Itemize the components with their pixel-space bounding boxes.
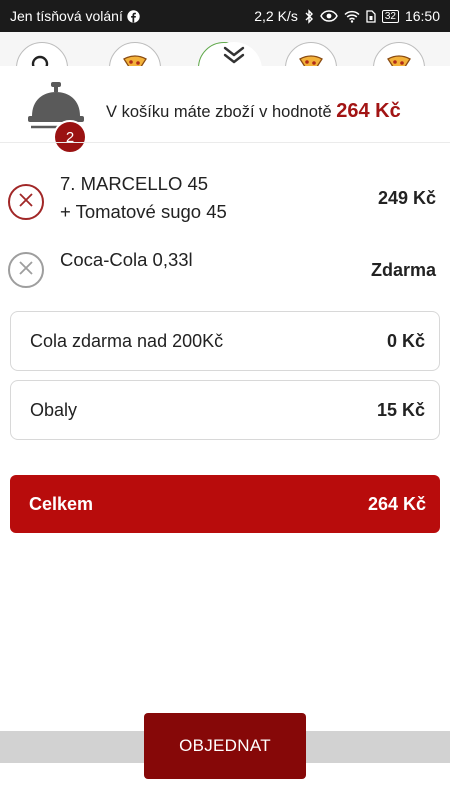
discount-value: 0 Kč: [386, 330, 425, 351]
sim-icon: [366, 9, 376, 23]
item-price: 249 Kč: [377, 188, 436, 208]
item-name: 7. MARCELLO 45 + Tomatové sugo 45: [60, 170, 227, 226]
carrier-text: Jen tísňová volání: [10, 8, 123, 24]
battery-indicator: 32: [381, 9, 399, 23]
discount-row: Cola zdarma nad 200Kč 0 Kč: [10, 311, 440, 371]
item-price: Zdarma: [370, 260, 436, 280]
cart-summary: V košíku máte zboží v hodnotě 264 Kč: [106, 100, 401, 123]
wifi-icon: [344, 10, 360, 23]
total-value: 264 Kč: [367, 493, 426, 514]
network-speed: 2,2 K/s: [254, 8, 298, 24]
item-name: Coca-Cola 0,33l: [60, 249, 193, 270]
total-label: Celkem: [29, 493, 94, 514]
cart-sheet: 2 V košíku máte zboží v hodnotě 264 Kč 7…: [0, 42, 450, 800]
item-addon-line: + Tomatové sugo 45: [60, 201, 227, 222]
cart-count-badge: 2: [53, 120, 87, 154]
cart-item: 7. MARCELLO 45 + Tomatové sugo 45 249 Kč: [0, 170, 450, 230]
close-icon: [18, 260, 34, 281]
packaging-label: Obaly: [30, 399, 78, 420]
discount-label: Cola zdarma nad 200Kč: [30, 330, 224, 351]
cart-summary-text: V košíku máte zboží v hodnotě: [106, 103, 332, 121]
double-chevron-down-icon: [222, 46, 246, 69]
packaging-row: Obaly 15 Kč: [10, 380, 440, 440]
cart-item: Coca-Cola 0,33l Zdarma: [0, 246, 450, 290]
remove-item-button[interactable]: [8, 252, 44, 288]
cart-header: 2 V košíku máte zboží v hodnotě 264 Kč: [0, 76, 450, 154]
clock: 16:50: [404, 8, 440, 24]
status-bar: Jen tísňová volání 2,2 K/s 32 16:50: [0, 0, 450, 32]
total-row: Celkem 264 Kč: [10, 475, 440, 533]
packaging-value: 15 Kč: [376, 399, 425, 420]
order-button[interactable]: OBJEDNAT: [144, 713, 306, 779]
close-icon: [18, 192, 34, 213]
divider: [0, 142, 450, 143]
item-name-line: 7. MARCELLO 45: [60, 173, 209, 194]
remove-item-button[interactable]: [8, 184, 44, 220]
cart-summary-total: 264 Kč: [336, 100, 401, 122]
eye-icon: [320, 10, 338, 22]
facebook-icon: [127, 9, 140, 23]
bluetooth-icon: [304, 8, 314, 24]
